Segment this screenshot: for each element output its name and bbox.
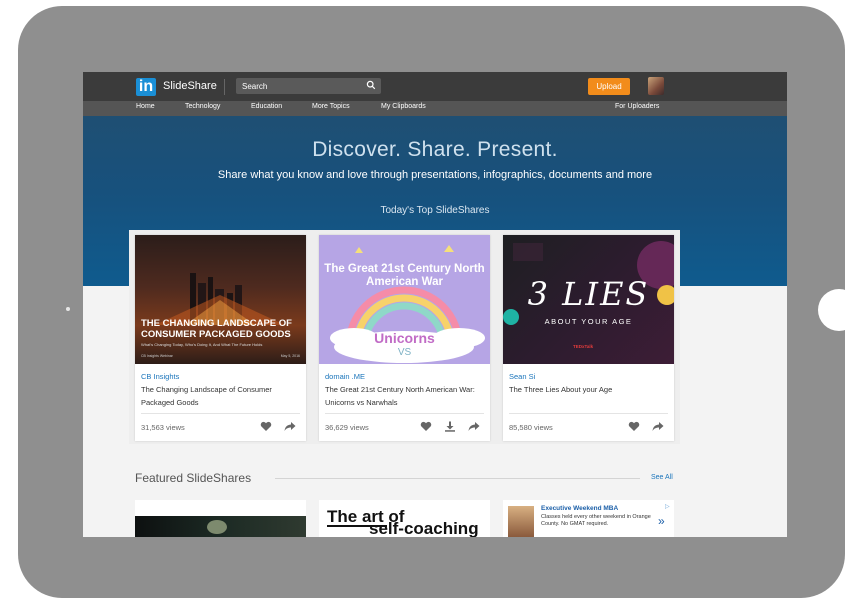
card-author[interactable]: Sean Si bbox=[509, 372, 535, 381]
card-author[interactable]: CB Insights bbox=[141, 372, 179, 381]
nav-item-more-topics[interactable]: More Topics bbox=[312, 103, 350, 110]
card-thumbnail[interactable]: THE CHANGING LANDSCAPE OF CONSUMER PACKA… bbox=[135, 235, 306, 364]
camera-dot bbox=[66, 307, 70, 311]
featured-text-line2: self-coaching bbox=[369, 519, 479, 537]
card-divider bbox=[509, 413, 668, 414]
search-box bbox=[236, 78, 381, 94]
thumbnail-vs: VS bbox=[397, 347, 412, 358]
heart-icon[interactable] bbox=[628, 421, 640, 432]
ad-choices-icon[interactable]: ▷ bbox=[665, 503, 670, 510]
card-divider bbox=[141, 413, 300, 414]
card-author[interactable]: domain .ME bbox=[325, 372, 365, 381]
featured-divider bbox=[275, 478, 640, 479]
ad-title[interactable]: Executive Weekend MBA bbox=[541, 505, 618, 512]
ad-photo bbox=[508, 506, 534, 537]
card-thumbnail[interactable]: The Great 21st Century North American Wa… bbox=[319, 235, 490, 364]
share-icon[interactable] bbox=[468, 421, 480, 432]
card-views: 85,580 views bbox=[509, 423, 553, 432]
nav-bar: Home Technology Education More Topics My… bbox=[83, 101, 787, 116]
thumbnail-word: Unicorns bbox=[374, 330, 435, 346]
card-title[interactable]: The Changing Landscape of Consumer Packa… bbox=[141, 384, 299, 409]
ad-description: Classes held every other weekend in Oran… bbox=[541, 514, 651, 527]
slideshare-card[interactable]: 3 LIES ABOUT YOUR AGE TEDxTalk Sean Si T… bbox=[503, 235, 674, 441]
hero-subtitle: Share what you know and love through pre… bbox=[217, 169, 653, 181]
featured-card[interactable] bbox=[135, 500, 306, 537]
card-views: 36,629 views bbox=[325, 423, 369, 432]
ad-card[interactable]: Executive Weekend MBA Classes held every… bbox=[503, 500, 674, 537]
featured-thumbnail-detail bbox=[207, 520, 227, 534]
top-bar: in SlideShare Upload bbox=[83, 72, 787, 101]
share-icon[interactable] bbox=[652, 421, 664, 432]
thumbnail-footer-left: CB Insights Webinar bbox=[141, 354, 173, 358]
home-button[interactable] bbox=[818, 289, 845, 331]
share-icon[interactable] bbox=[284, 421, 296, 432]
upload-button[interactable]: Upload bbox=[588, 78, 630, 95]
ad-arrow-icon[interactable]: » bbox=[658, 514, 665, 528]
slideshare-card[interactable]: THE CHANGING LANDSCAPE OF CONSUMER PACKA… bbox=[135, 235, 306, 441]
city-skyline-image bbox=[155, 273, 285, 325]
card-views: 31,563 views bbox=[141, 423, 185, 432]
thumbnail-title: The Great 21st Century North American Wa… bbox=[324, 263, 485, 288]
brand-name[interactable]: SlideShare bbox=[163, 80, 217, 92]
card-title[interactable]: The Three Lies About your Age bbox=[509, 384, 667, 397]
top-slideshares-heading: Today's Top SlideShares bbox=[380, 205, 490, 216]
thumbnail-subtitle: What's Changing Today, Who's Doing It, A… bbox=[141, 342, 263, 347]
search-input[interactable] bbox=[236, 78, 362, 94]
nav-item-for-uploaders[interactable]: For Uploaders bbox=[615, 103, 659, 110]
thumbnail-title: THE CHANGING LANDSCAPE OF CONSUMER PACKA… bbox=[141, 318, 292, 340]
nav-item-technology[interactable]: Technology bbox=[185, 103, 220, 110]
heart-icon[interactable] bbox=[420, 421, 432, 432]
see-all-link[interactable]: See All bbox=[651, 474, 673, 481]
card-thumbnail[interactable]: 3 LIES ABOUT YOUR AGE TEDxTalk bbox=[503, 235, 674, 364]
slideshare-page: in SlideShare Upload Home Technology Edu… bbox=[83, 72, 787, 537]
nav-item-my-clipboards[interactable]: My Clipboards bbox=[381, 103, 426, 110]
thumbnail-subtitle: ABOUT YOUR AGE bbox=[544, 317, 633, 326]
linkedin-logo-icon[interactable]: in bbox=[136, 78, 156, 96]
download-icon[interactable] bbox=[444, 421, 456, 432]
user-avatar[interactable] bbox=[648, 77, 664, 95]
card-title[interactable]: The Great 21st Century North American Wa… bbox=[325, 384, 483, 409]
logo-divider bbox=[224, 79, 225, 95]
search-icon[interactable] bbox=[366, 80, 376, 90]
hero-title: Discover. Share. Present. bbox=[312, 138, 558, 161]
thumbnail-title: 3 LIES bbox=[527, 275, 650, 313]
heart-icon[interactable] bbox=[260, 421, 272, 432]
nav-item-education[interactable]: Education bbox=[251, 103, 282, 110]
slideshare-card[interactable]: The Great 21st Century North American Wa… bbox=[319, 235, 490, 441]
card-divider bbox=[325, 413, 484, 414]
nav-item-home[interactable]: Home bbox=[136, 103, 155, 110]
thumbnail-footer-right: May 5, 2016 bbox=[280, 354, 300, 358]
tedx-tag: TEDxTalk bbox=[573, 344, 594, 349]
featured-card[interactable]: The art of self-coaching bbox=[319, 500, 490, 537]
featured-heading: Featured SlideShares bbox=[135, 471, 252, 485]
